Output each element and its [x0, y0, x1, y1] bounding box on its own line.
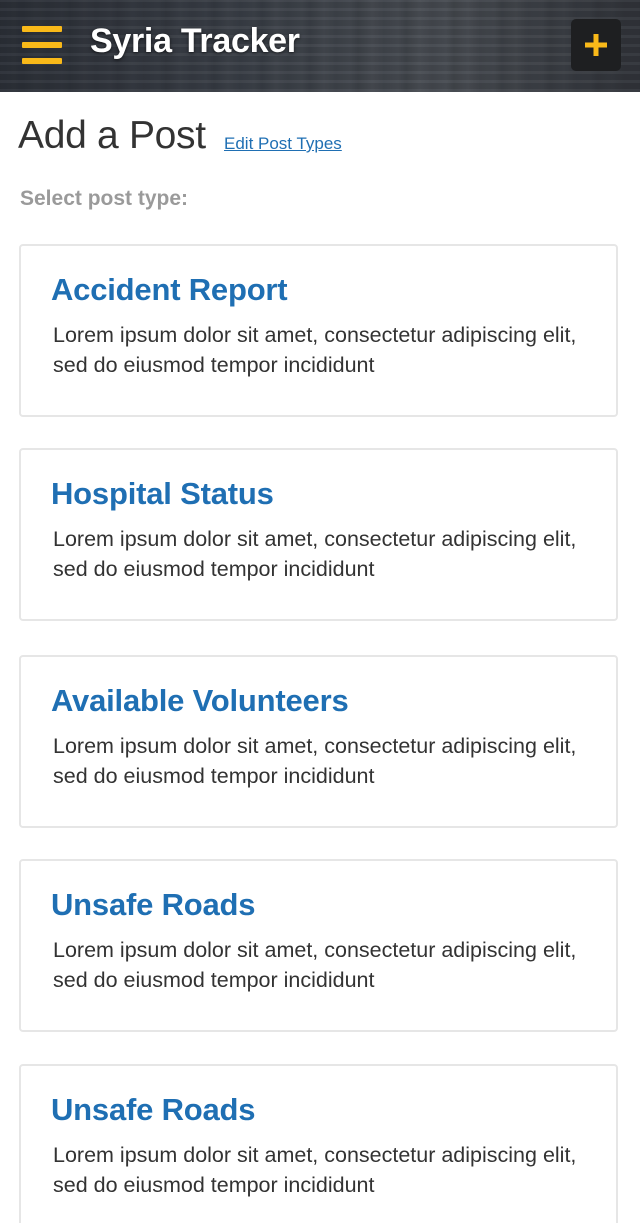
post-type-title: Hospital Status	[51, 476, 274, 511]
add-post-button[interactable]	[571, 19, 621, 71]
select-post-type-label: Select post type:	[20, 187, 189, 210]
app-header: Syria Tracker	[0, 0, 640, 92]
post-type-card-unsafe-roads-2[interactable]: Unsafe Roads Lorem ipsum dolor sit amet,…	[19, 1064, 618, 1223]
edit-post-types-link[interactable]: Edit Post Types	[224, 134, 342, 154]
post-type-description: Lorem ipsum dolor sit amet, consectetur …	[53, 938, 577, 992]
post-type-card-available-volunteers[interactable]: Available Volunteers Lorem ipsum dolor s…	[19, 655, 618, 828]
plus-icon	[585, 34, 607, 56]
post-type-description: Lorem ipsum dolor sit amet, consectetur …	[53, 527, 577, 581]
app-title: Syria Tracker	[90, 22, 300, 60]
post-type-card-accident-report[interactable]: Accident Report Lorem ipsum dolor sit am…	[19, 244, 618, 417]
post-type-card-unsafe-roads[interactable]: Unsafe Roads Lorem ipsum dolor sit amet,…	[19, 859, 618, 1032]
post-type-title: Unsafe Roads	[51, 1092, 256, 1127]
post-type-description: Lorem ipsum dolor sit amet, consectetur …	[53, 734, 577, 788]
post-type-description: Lorem ipsum dolor sit amet, consectetur …	[53, 323, 577, 377]
post-type-title: Available Volunteers	[51, 683, 349, 718]
post-type-title: Unsafe Roads	[51, 887, 256, 922]
hamburger-menu-icon[interactable]	[22, 26, 62, 64]
page-title: Add a Post	[18, 114, 206, 157]
post-type-card-hospital-status[interactable]: Hospital Status Lorem ipsum dolor sit am…	[19, 448, 618, 621]
post-type-title: Accident Report	[51, 272, 288, 307]
post-type-description: Lorem ipsum dolor sit amet, consectetur …	[53, 1143, 577, 1197]
